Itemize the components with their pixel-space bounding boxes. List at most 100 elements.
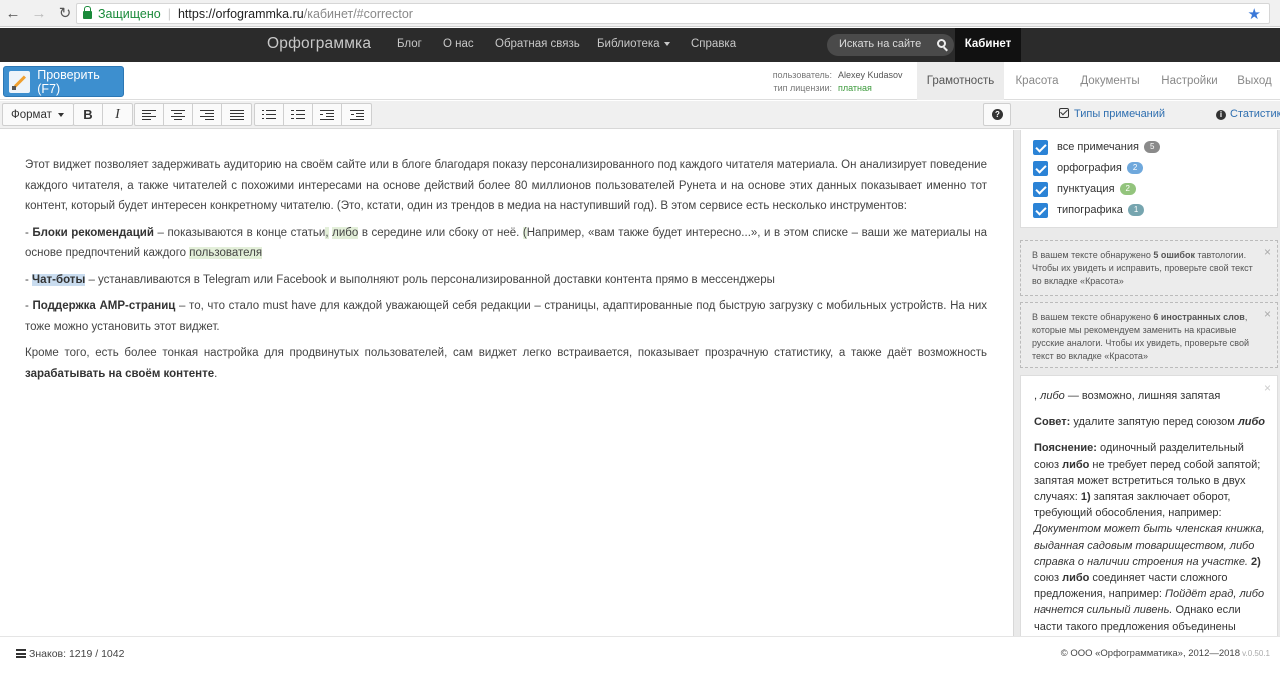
paragraph-1: Этот виджет позволяет задерживать аудито…	[25, 159, 987, 212]
numbered-list-button[interactable]	[284, 104, 313, 125]
chevron-down-icon	[57, 112, 64, 117]
paragraph-5: Кроме того, есть более тонкая настройка …	[25, 343, 987, 384]
editor-content[interactable]: Этот виджет позволяет задерживать аудито…	[25, 155, 987, 390]
sidebar: все примечания 5 орфография 2 пунктуация 2 …	[1013, 130, 1280, 636]
type-typography[interactable]: типографика 1	[1033, 201, 1145, 219]
close-icon[interactable]: ×	[1264, 308, 1271, 321]
tautology-notice: × В вашем тексте обнаружено 5 ошибок тав…	[1020, 240, 1278, 296]
type-label: типографика	[1057, 204, 1123, 216]
close-icon[interactable]: ×	[1264, 380, 1271, 396]
statistics-label: Статистика	[1230, 108, 1280, 120]
list-group	[254, 103, 372, 126]
checkbox-icon	[1059, 108, 1069, 118]
reload-icon[interactable]: ↻	[52, 4, 78, 22]
help-button[interactable]: ?	[983, 103, 1011, 126]
format-dropdown-label: Формат	[11, 108, 52, 121]
bold-text: 1)	[1080, 491, 1091, 504]
bullet-list-button[interactable]	[255, 104, 284, 125]
tab-documents[interactable]: Документы	[1070, 62, 1150, 100]
nav-help[interactable]: Справка	[691, 38, 736, 50]
paragraph-4: - Поддержка AMP-страниц – то, что стало …	[25, 296, 987, 337]
italic-button[interactable]: I	[103, 104, 132, 125]
align-group	[134, 103, 252, 126]
tab-logout[interactable]: Выход	[1229, 62, 1280, 100]
nav-about[interactable]: О нас	[443, 38, 474, 50]
site-search-input[interactable]: Искать на сайте	[827, 34, 954, 56]
text-run: союз	[1034, 572, 1063, 585]
nav-library-label: Библиотека	[597, 38, 660, 50]
text-run: в середине или сбоку от неё.	[358, 226, 523, 239]
tab-settings[interactable]: Настройки	[1150, 62, 1229, 100]
type-spelling[interactable]: орфография 2	[1033, 159, 1144, 177]
text-editor[interactable]: Этот виджет позволяет задерживать аудито…	[0, 130, 1013, 636]
text-run: — возможно, лишняя запятая	[1064, 390, 1221, 402]
list-icon	[16, 649, 26, 658]
site-search-placeholder: Искать на сайте	[839, 38, 922, 50]
bold-button[interactable]: B	[74, 104, 103, 125]
chevron-down-icon	[663, 41, 670, 46]
align-center-button[interactable]	[164, 104, 193, 125]
type-label: орфография	[1057, 162, 1122, 174]
italic-text: Документом может быть членская книжка, в…	[1034, 523, 1265, 568]
bookmark-star-icon[interactable]: ★	[1248, 5, 1261, 23]
align-left-button[interactable]	[135, 104, 164, 125]
search-icon[interactable]	[937, 39, 946, 48]
note-types-link[interactable]: Типы примечаний	[1059, 108, 1165, 120]
checkbox-checked-icon[interactable]	[1033, 202, 1048, 218]
nav-feedback[interactable]: Обратная связь	[495, 38, 580, 50]
align-left-icon	[142, 109, 156, 121]
count-badge: 1	[1127, 204, 1145, 216]
url-host: https://orfogrammka.ru	[177, 6, 304, 21]
align-center-icon	[171, 109, 185, 121]
bold-text: либо	[1062, 458, 1090, 471]
bold-text: 2)	[1248, 555, 1261, 568]
tab-literacy[interactable]: Грамотность	[917, 62, 1004, 100]
type-punctuation[interactable]: пунктуация 2	[1033, 180, 1136, 198]
site-header: Орфограммка Блог О нас Обратная связь Би…	[0, 28, 1280, 62]
bold-text: либо	[1062, 572, 1090, 585]
indent-button[interactable]	[342, 104, 371, 125]
secure-label: Защищено	[98, 6, 161, 21]
count-badge: 2	[1119, 183, 1136, 195]
site-logo[interactable]: Орфограммка	[267, 35, 371, 53]
browser-toolbar: ← → ↻ Защищено | https://orfogrammka.ru …	[0, 0, 1280, 27]
nav-library[interactable]: Библиотека	[597, 38, 670, 50]
notice-text: В вашем тексте обнаружено	[1032, 250, 1154, 260]
spelling-error-word[interactable]: Чат-боты	[32, 273, 86, 286]
nav-blog[interactable]: Блог	[397, 38, 422, 50]
outdent-button[interactable]	[313, 104, 342, 125]
tab-beauty[interactable]: Красота	[1004, 62, 1070, 100]
check-button[interactable]: Проверить (F7)	[3, 66, 124, 97]
bullet-list-icon	[262, 109, 276, 120]
italic-text: либо	[1237, 416, 1266, 429]
cabinet-link[interactable]: Кабинет	[955, 28, 1021, 62]
address-bar[interactable]: Защищено | https://orfogrammka.ru /кабин…	[76, 3, 1270, 24]
bold-text: Поддержка AMP-страниц	[32, 300, 176, 312]
statistics-link[interactable]: i Статистика	[1216, 108, 1280, 120]
text-run: Кроме того, есть более тонкая настройка …	[25, 347, 987, 359]
align-justify-button[interactable]	[222, 104, 251, 125]
notice-count: 6 иностранных слов	[1153, 312, 1245, 322]
highlighted-word[interactable]: пользователя	[189, 247, 263, 259]
style-group: B I	[73, 103, 133, 126]
back-icon[interactable]: ←	[0, 5, 26, 22]
align-right-icon	[200, 109, 214, 121]
foreign-words-notice: × В вашем тексте обнаружено 6 иностранны…	[1020, 302, 1278, 368]
url-path: /кабинет/#corrector	[303, 6, 413, 21]
checkbox-checked-icon[interactable]	[1033, 160, 1048, 176]
checkbox-checked-icon[interactable]	[1033, 139, 1048, 155]
help-icon: ?	[992, 109, 1003, 120]
indent-icon	[349, 109, 364, 121]
bold-text: Совет:	[1034, 416, 1071, 429]
type-all[interactable]: все примечания 5	[1033, 138, 1161, 156]
text-run: удалите запятую перед союзом	[1070, 416, 1238, 429]
explanation-panel: × , либо — возможно, лишняя запятая Сове…	[1020, 375, 1278, 636]
char-count: Знаков: 1219 / 1042	[29, 648, 124, 660]
format-dropdown[interactable]: Формат	[3, 104, 73, 125]
checkbox-checked-icon[interactable]	[1033, 181, 1048, 197]
close-icon[interactable]: ×	[1264, 246, 1271, 259]
align-right-button[interactable]	[193, 104, 222, 125]
forward-icon[interactable]: →	[26, 5, 52, 22]
punctuation-error-word[interactable]: либо	[332, 226, 359, 239]
format-group: Формат	[2, 103, 74, 126]
